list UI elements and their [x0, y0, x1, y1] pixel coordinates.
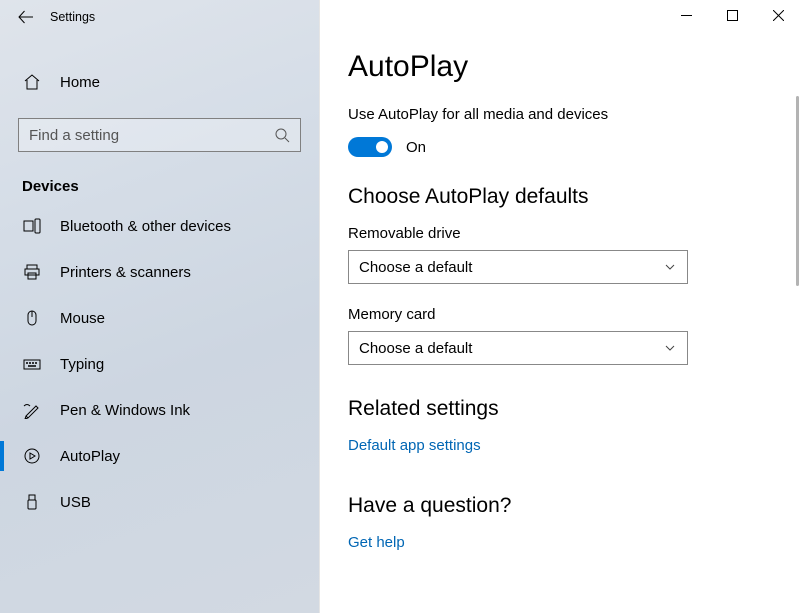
toggle-state-text: On [406, 139, 426, 156]
sidebar-item-label: Bluetooth & other devices [60, 218, 231, 235]
sidebar-item-label: Pen & Windows Ink [60, 402, 190, 419]
memory-card-dropdown[interactable]: Choose a default [348, 331, 688, 365]
chevron-down-icon [663, 260, 677, 274]
sidebar-item-label: USB [60, 494, 91, 511]
scrollbar[interactable] [796, 96, 799, 286]
sidebar-item-typing[interactable]: Typing [0, 341, 319, 387]
sidebar-item-usb[interactable]: USB [0, 479, 319, 525]
search-icon [274, 127, 290, 143]
sidebar-item-pen[interactable]: Pen & Windows Ink [0, 387, 319, 433]
close-button[interactable] [755, 0, 801, 30]
get-help-link[interactable]: Get help [348, 534, 773, 551]
memory-card-label: Memory card [348, 306, 773, 323]
sidebar-item-label: Mouse [60, 310, 105, 327]
sidebar-item-bluetooth[interactable]: Bluetooth & other devices [0, 203, 319, 249]
removable-drive-label: Removable drive [348, 225, 773, 242]
back-button[interactable] [6, 0, 46, 34]
content-pane: AutoPlay Use AutoPlay for all media and … [320, 0, 801, 613]
autoplay-toggle-label: Use AutoPlay for all media and devices [348, 106, 773, 123]
sidebar-item-label: AutoPlay [60, 448, 120, 465]
printer-icon [22, 263, 42, 281]
dropdown-value: Choose a default [359, 340, 472, 357]
pen-icon [22, 401, 42, 419]
sidebar-item-autoplay[interactable]: AutoPlay [0, 433, 319, 479]
dropdown-value: Choose a default [359, 259, 472, 276]
nav-home-label: Home [60, 74, 100, 91]
defaults-heading: Choose AutoPlay defaults [348, 185, 773, 209]
search-box[interactable] [18, 118, 301, 152]
page-title: AutoPlay [348, 50, 773, 84]
titlebar: Settings [0, 0, 319, 34]
maximize-button[interactable] [709, 0, 755, 30]
devices-icon [22, 217, 42, 235]
sidebar: Settings Home Devices Bluetooth & other … [0, 0, 320, 613]
sidebar-group-header: Devices [22, 178, 319, 195]
minimize-button[interactable] [663, 0, 709, 30]
usb-icon [22, 493, 42, 511]
sidebar-item-mouse[interactable]: Mouse [0, 295, 319, 341]
related-heading: Related settings [348, 397, 773, 421]
sidebar-item-printers[interactable]: Printers & scanners [0, 249, 319, 295]
window-title: Settings [50, 10, 95, 24]
removable-drive-dropdown[interactable]: Choose a default [348, 250, 688, 284]
default-app-settings-link[interactable]: Default app settings [348, 437, 773, 454]
autoplay-toggle[interactable] [348, 137, 392, 157]
chevron-down-icon [663, 341, 677, 355]
sidebar-item-label: Printers & scanners [60, 264, 191, 281]
keyboard-icon [22, 355, 42, 373]
toggle-knob [376, 141, 388, 153]
nav-home[interactable]: Home [0, 60, 319, 104]
search-input[interactable] [29, 127, 274, 144]
mouse-icon [22, 309, 42, 327]
autoplay-icon [22, 447, 42, 465]
caption-buttons [663, 0, 801, 30]
home-icon [22, 73, 42, 91]
sidebar-item-label: Typing [60, 356, 104, 373]
question-heading: Have a question? [348, 494, 773, 518]
